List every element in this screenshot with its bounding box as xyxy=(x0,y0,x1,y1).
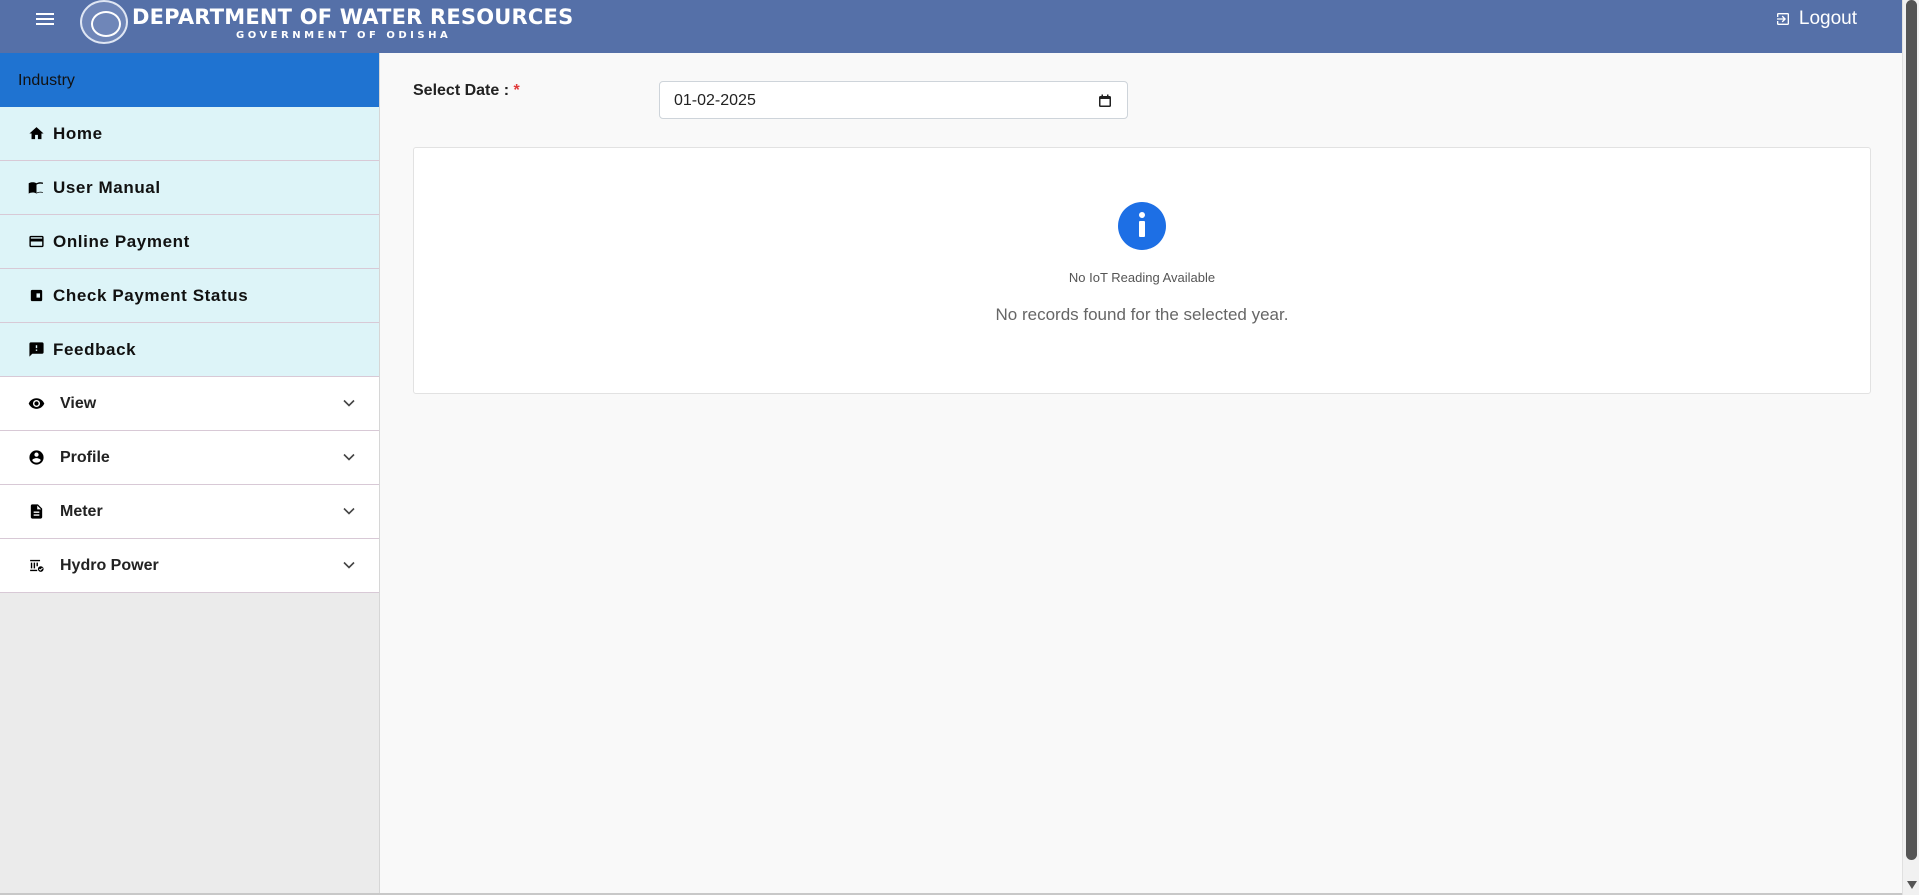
logout-label: Logout xyxy=(1798,8,1857,29)
sidebar-group-hydro-power[interactable]: Hydro Power xyxy=(0,539,379,593)
calendar-icon[interactable] xyxy=(1098,94,1112,108)
date-value: 01-02-2025 xyxy=(674,92,756,109)
empty-state-message: No records found for the selected year. xyxy=(995,305,1289,324)
sidebar-group-view[interactable]: View xyxy=(0,377,379,431)
required-mark: * xyxy=(513,82,520,99)
sidebar-item-feedback[interactable]: Feedback xyxy=(0,323,379,377)
sidebar: Industry Home User Manual Online Payment… xyxy=(0,53,380,895)
scroll-down-arrow-icon[interactable] xyxy=(1907,881,1917,889)
sidebar-item-label: Home xyxy=(53,123,103,143)
chevron-down-icon xyxy=(343,507,355,515)
hydro-power-icon xyxy=(28,557,45,574)
department-title: DEPARTMENT OF WATER RESOURCES xyxy=(132,5,574,29)
select-date-label: Select Date : * xyxy=(413,82,520,100)
sidebar-item-label: View xyxy=(60,394,97,412)
account-circle-icon xyxy=(28,449,45,466)
select-date-text: Select Date : xyxy=(413,82,510,99)
top-header: DEPARTMENT OF WATER RESOURCES GOVERNMENT… xyxy=(0,0,1902,53)
sidebar-group-meter[interactable]: Meter xyxy=(0,485,379,539)
chevron-down-icon xyxy=(343,399,355,407)
home-icon xyxy=(28,125,45,142)
scrollbar-thumb[interactable] xyxy=(1906,0,1917,860)
hamburger-icon[interactable] xyxy=(36,13,54,27)
main-content: Select Date : * 01-02-2025 No IoT Readin… xyxy=(381,53,1902,895)
sidebar-item-label: Check Payment Status xyxy=(53,285,249,305)
feedback-icon xyxy=(28,341,45,358)
sidebar-item-home[interactable]: Home xyxy=(0,107,379,161)
sidebar-item-user-manual[interactable]: User Manual xyxy=(0,161,379,215)
logout-icon xyxy=(1776,13,1789,25)
logout-button[interactable]: Logout xyxy=(1775,8,1857,30)
book-icon xyxy=(28,179,45,196)
sidebar-item-label: Feedback xyxy=(53,339,137,359)
wallet-icon xyxy=(28,287,45,304)
empty-state-card: No IoT Reading Available No records foun… xyxy=(413,147,1871,394)
odisha-emblem-logo xyxy=(80,0,128,44)
document-icon xyxy=(28,503,45,520)
credit-card-icon xyxy=(28,233,45,250)
sidebar-item-label: Hydro Power xyxy=(60,556,159,574)
chevron-down-icon xyxy=(343,453,355,461)
government-subtitle: GOVERNMENT OF ODISHA xyxy=(236,30,452,41)
date-input[interactable]: 01-02-2025 xyxy=(659,81,1128,119)
sidebar-item-label: Profile xyxy=(60,448,110,466)
sidebar-heading: Industry xyxy=(0,53,379,107)
chevron-down-icon xyxy=(343,561,355,569)
empty-state-title: No IoT Reading Available xyxy=(1068,270,1216,285)
sidebar-item-check-payment-status[interactable]: Check Payment Status xyxy=(0,269,379,323)
info-icon xyxy=(1118,202,1166,250)
sidebar-item-label: User Manual xyxy=(53,177,161,197)
sidebar-item-label: Meter xyxy=(60,502,103,520)
sidebar-item-label: Online Payment xyxy=(53,231,190,251)
sidebar-group-profile[interactable]: Profile xyxy=(0,431,379,485)
eye-icon xyxy=(28,395,45,412)
sidebar-item-online-payment[interactable]: Online Payment xyxy=(0,215,379,269)
vertical-scrollbar[interactable] xyxy=(1902,0,1919,895)
